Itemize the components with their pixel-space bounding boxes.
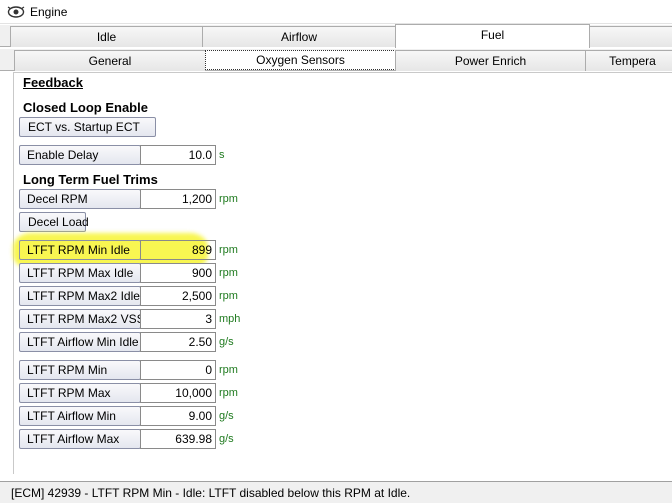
tab-general[interactable]: General <box>14 50 206 71</box>
tab-fuel[interactable]: Fuel <box>395 24 590 48</box>
engine-eye-icon <box>7 6 25 18</box>
ltft-rpm-min-idle-label[interactable]: LTFT RPM Min Idle <box>19 240 141 260</box>
ltft-rpm-min-label[interactable]: LTFT RPM Min <box>19 360 141 380</box>
tab-next[interactable] <box>589 26 672 47</box>
closed-loop-heading: Closed Loop Enable <box>23 100 148 115</box>
ltft-rpm-min-idle-unit: rpm <box>219 244 238 256</box>
ltft-rpm-min-unit: rpm <box>219 364 238 376</box>
ltft-heading: Long Term Fuel Trims <box>23 172 158 187</box>
ltft-rpm-min-field[interactable]: 0 <box>140 360 216 380</box>
ltft-rpm-min-idle-field[interactable]: 899 <box>140 240 216 260</box>
tab-idle[interactable]: Idle <box>10 26 203 47</box>
ltft-airflow-max-field[interactable]: 639.98 <box>140 429 216 449</box>
ltft-rpm-max-idle-unit: rpm <box>219 267 238 279</box>
ltft-rpm-max2-vss-unit: mph <box>219 313 241 325</box>
decel-rpm-label[interactable]: Decel RPM <box>19 189 141 209</box>
enable-delay-field[interactable]: 10.0 <box>140 145 216 165</box>
window-title: Engine <box>30 5 68 19</box>
tab-power-enrich[interactable]: Power Enrich <box>395 50 586 71</box>
ltft-airflow-max-label[interactable]: LTFT Airflow Max <box>19 429 141 449</box>
ltft-airflow-min-unit: g/s <box>219 410 234 422</box>
decel-rpm-field[interactable]: 1,200 <box>140 189 216 209</box>
ltft-airflow-min-idle-field[interactable]: 2.50 <box>140 332 216 352</box>
sub-tab-bar: General Oxygen Sensors Power Enrich Temp… <box>0 49 672 71</box>
status-text: [ECM] 42939 - LTFT RPM Min - Idle: LTFT … <box>11 486 411 500</box>
decel-load-button[interactable]: Decel Load <box>19 212 89 232</box>
enable-delay-unit: s <box>219 149 225 161</box>
ltft-rpm-max-field[interactable]: 10,000 <box>140 383 216 403</box>
title-bar: Engine <box>0 0 672 24</box>
ltft-rpm-max-idle-field[interactable]: 900 <box>140 263 216 283</box>
ltft-airflow-min-idle-label[interactable]: LTFT Airflow Min Idle <box>19 332 141 352</box>
ltft-airflow-max-unit: g/s <box>219 433 234 445</box>
ltft-rpm-max2-vss-field[interactable]: 3 <box>140 309 216 329</box>
decel-rpm-unit: rpm <box>219 193 238 205</box>
ltft-rpm-max2-idle-label[interactable]: LTFT RPM Max2 Idle <box>19 286 141 306</box>
ltft-rpm-max2-idle-unit: rpm <box>219 290 238 302</box>
enable-delay-label[interactable]: Enable Delay <box>19 145 141 165</box>
main-tab-bar: Idle Airflow Fuel <box>0 24 672 48</box>
ltft-airflow-min-field[interactable]: 9.00 <box>140 406 216 426</box>
ltft-airflow-min-label[interactable]: LTFT Airflow Min <box>19 406 141 426</box>
tab-temperature[interactable]: Tempera <box>585 50 672 71</box>
status-bar: [ECM] 42939 - LTFT RPM Min - Idle: LTFT … <box>0 481 672 503</box>
feedback-link[interactable]: Feedback <box>23 75 83 90</box>
ltft-rpm-max-idle-label[interactable]: LTFT RPM Max Idle <box>19 263 141 283</box>
ltft-rpm-max2-idle-field[interactable]: 2,500 <box>140 286 216 306</box>
ect-vs-startup-ect-button[interactable]: ECT vs. Startup ECT <box>19 117 156 137</box>
tab-airflow[interactable]: Airflow <box>202 26 396 47</box>
ltft-rpm-max2-vss-label[interactable]: LTFT RPM Max2 VSS <box>19 309 145 329</box>
tab-oxygen-sensors[interactable]: Oxygen Sensors <box>205 50 396 70</box>
ltft-rpm-max-label[interactable]: LTFT RPM Max <box>19 383 141 403</box>
ltft-airflow-min-idle-unit: g/s <box>219 336 234 348</box>
ltft-rpm-max-unit: rpm <box>219 387 238 399</box>
